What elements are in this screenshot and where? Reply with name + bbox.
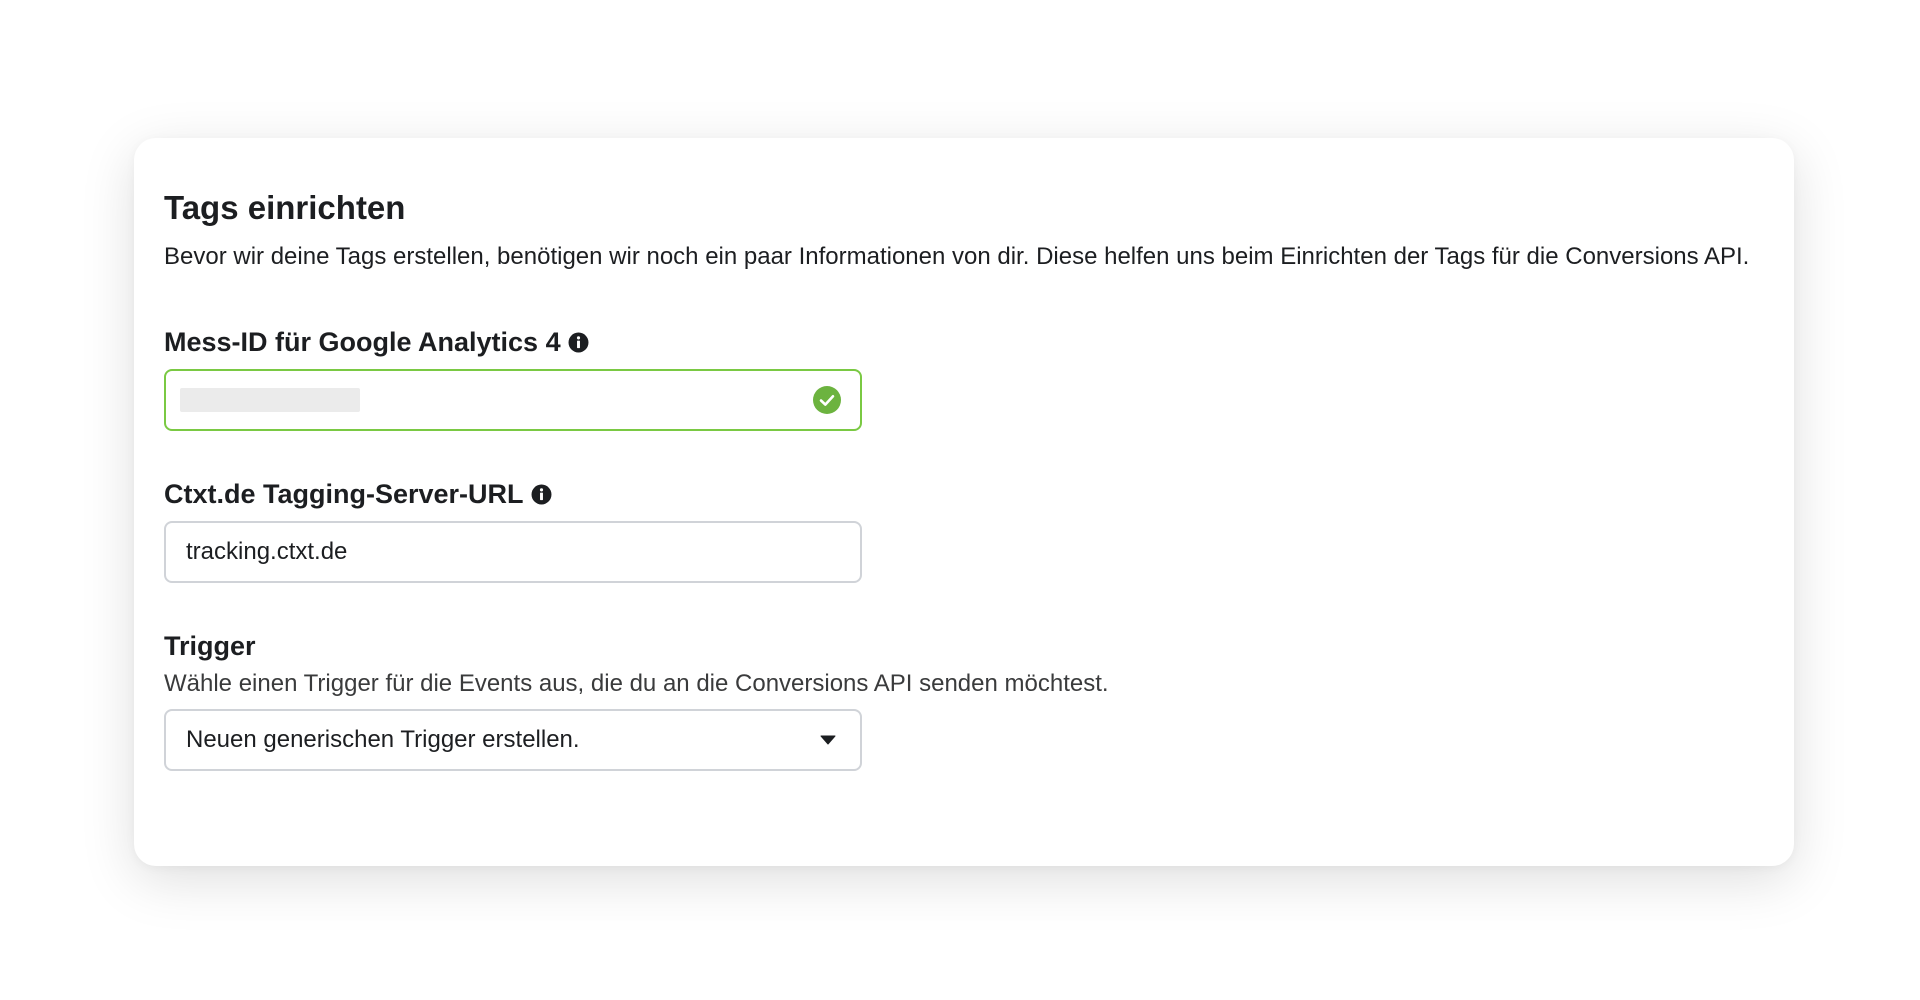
trigger-help-text: Wähle einen Trigger für die Events aus, … [164,670,1109,697]
measurement-id-label-text: Mess-ID für Google Analytics 4 [164,327,561,357]
server-url-group: Ctxt.de Tagging-Server-URL tracking.ctxt… [164,477,1764,583]
trigger-select[interactable]: Neuen generischen Trigger erstellen. [164,709,862,771]
measurement-id-group: Mess-ID für Google Analytics 4 [164,325,1764,431]
measurement-id-input[interactable] [164,369,862,431]
redacted-value [180,388,360,412]
trigger-group: Trigger Wähle einen Trigger für die Even… [164,629,1764,771]
measurement-id-label: Mess-ID für Google Analytics 4 [164,325,1764,359]
trigger-selected-value: Neuen generischen Trigger erstellen. [186,726,580,753]
panel-title: Tags einrichten [164,189,406,226]
panel-intro-text: Bevor wir deine Tags erstellen, benötige… [164,243,1750,270]
caret-down-icon [820,735,836,745]
trigger-label: Trigger [164,629,1764,663]
trigger-label-text: Trigger [164,631,256,661]
server-url-label: Ctxt.de Tagging-Server-URL [164,477,1764,511]
server-url-value: tracking.ctxt.de [186,538,348,565]
info-icon[interactable] [568,332,589,353]
check-circle-icon [812,385,842,415]
info-icon[interactable] [531,484,552,505]
setup-tags-panel: Tags einrichten Bevor wir deine Tags ers… [134,138,1794,866]
server-url-input[interactable]: tracking.ctxt.de [164,521,862,583]
server-url-label-text: Ctxt.de Tagging-Server-URL [164,479,524,509]
